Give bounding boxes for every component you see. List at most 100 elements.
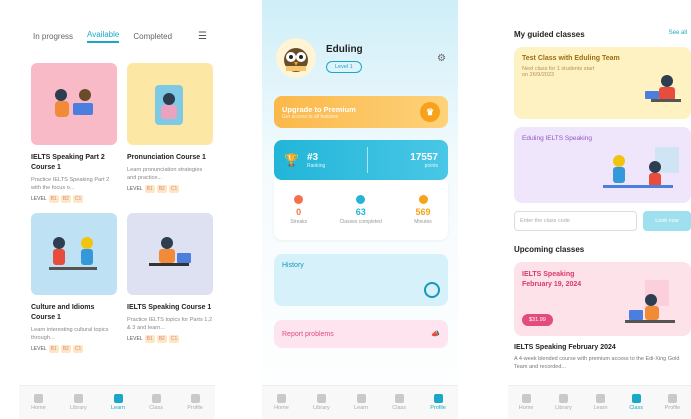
- library-icon: [558, 394, 568, 403]
- section-title: My guided classes: [514, 30, 585, 39]
- points-value: 17557: [410, 151, 438, 163]
- avatar: [276, 38, 316, 78]
- nav-learn[interactable]: Learn: [354, 394, 368, 411]
- course-description: Practice IELTS topics for Parts 1,2 & 3 …: [127, 317, 213, 331]
- classroom-illustration-icon: [603, 147, 679, 188]
- owl-icon: [284, 48, 308, 72]
- stats-row: 0 Streaks 63 Classes completed 569 Minutes: [274, 180, 448, 240]
- course-illustration-icon: [55, 89, 93, 117]
- level-row: LEVEL B1 B2 C1: [31, 345, 84, 353]
- profile-screen: Eduling Level 1 ⚙ Upgrade to Premium Get …: [262, 0, 458, 419]
- course-illustration-icon: [149, 237, 191, 266]
- class-code-input[interactable]: Enter the class code: [514, 211, 637, 231]
- price-badge: $31.99: [522, 314, 553, 326]
- report-problems-button[interactable]: Report problems 📣: [274, 320, 448, 348]
- ranking-card: 🏆 #3 Ranking 17557 points: [274, 140, 448, 180]
- tab-available[interactable]: Available: [87, 30, 120, 43]
- upcoming-class-desc: A 4-week blended course with premium acc…: [514, 356, 680, 370]
- look-now-button[interactable]: Look now: [643, 211, 691, 231]
- flame-icon: [294, 195, 304, 204]
- history-card[interactable]: History: [274, 254, 448, 306]
- profile-name: Eduling: [326, 43, 363, 55]
- learn-icon: [356, 394, 366, 403]
- course-card[interactable]: Culture and Idioms Course 1 Learn intere…: [31, 213, 117, 353]
- nav-home[interactable]: Home: [519, 394, 533, 411]
- tab-completed[interactable]: Completed: [133, 32, 172, 41]
- nav-profile[interactable]: Profile: [665, 394, 680, 411]
- ielts-class-card[interactable]: Eduling IELTS Speaking: [514, 127, 691, 203]
- bottom-nav: Home Library Learn Class Profile: [262, 385, 458, 419]
- library-icon: [316, 394, 326, 403]
- upcoming-class-card[interactable]: IELTS Speaking February 19, 2024 $31.99: [514, 262, 691, 336]
- see-all-link[interactable]: See all: [669, 30, 687, 39]
- premium-banner[interactable]: Upgrade to Premium Get access to all feat…: [274, 96, 448, 128]
- class-label: Eduling IELTS Speaking: [522, 135, 592, 142]
- stat-classes: 63 Classes completed: [340, 195, 382, 225]
- course-thumbnail: [127, 213, 213, 295]
- class-title: Test Class with Eduling Team: [522, 55, 620, 62]
- test-class-card[interactable]: Test Class with Eduling Team Next class …: [514, 47, 691, 119]
- course-thumbnail: [31, 63, 117, 145]
- nav-class[interactable]: Class: [392, 394, 406, 411]
- course-card[interactable]: IELTS Speaking Course 1 Practice IELTS t…: [127, 213, 213, 353]
- clock-icon: [418, 195, 428, 204]
- rank-value: #3: [306, 151, 319, 163]
- filter-icon[interactable]: ☰: [198, 31, 207, 42]
- class-code-row: Enter the class code Look now: [514, 211, 691, 231]
- course-card[interactable]: Pronunciation Course 1 Learn pronunciati…: [127, 63, 213, 203]
- guided-classes-header: My guided classes See all: [508, 0, 691, 39]
- stat-minutes: 569 Minutes: [414, 195, 432, 225]
- check-icon: [356, 195, 366, 204]
- bottom-nav: Home Library Learn Class Profile: [19, 385, 215, 419]
- course-description: Learn interesting cultural topics throug…: [31, 327, 109, 341]
- library-icon: [73, 394, 83, 403]
- level-row: LEVEL B1 B2 C1: [127, 185, 180, 193]
- profile-icon: [667, 394, 677, 403]
- classes-screen: My guided classes See all Test Class wit…: [508, 0, 691, 419]
- course-title: IELTS Speaking Part 2 Course 1: [31, 154, 105, 171]
- nav-library[interactable]: Library: [70, 394, 87, 411]
- learn-icon: [113, 394, 123, 403]
- level-row: LEVEL B1 B2 C1: [31, 195, 84, 203]
- history-icon: [424, 282, 440, 298]
- course-grid: IELTS Speaking Part 2 Course 1 Practice …: [19, 43, 215, 353]
- megaphone-icon: 📣: [431, 331, 440, 338]
- nav-library[interactable]: Library: [555, 394, 572, 411]
- profile-icon: [433, 394, 443, 403]
- student-illustration-icon: [645, 75, 681, 102]
- stat-streaks: 0 Streaks: [290, 195, 307, 225]
- points-label: points: [424, 162, 438, 169]
- level-row: LEVEL B1 B2 C1: [127, 335, 180, 343]
- course-card[interactable]: IELTS Speaking Part 2 Course 1 Practice …: [31, 63, 117, 203]
- bottom-nav: Home Library Learn Class Profile: [508, 385, 691, 419]
- course-illustration-icon: [155, 85, 183, 125]
- gear-icon[interactable]: ⚙: [437, 53, 446, 64]
- nav-learn[interactable]: Learn: [111, 394, 125, 411]
- course-tabs: In progress Available Completed ☰: [19, 0, 215, 43]
- nav-class[interactable]: Class: [149, 394, 163, 411]
- nav-profile[interactable]: Profile: [187, 394, 203, 411]
- course-description: Practice IELTS Speaking Part 2 with the …: [31, 177, 110, 191]
- course-title: IELTS Speaking Course 1: [127, 304, 212, 311]
- home-icon: [521, 394, 531, 403]
- profile-icon: [190, 394, 200, 403]
- teacher-illustration-icon: [625, 280, 675, 323]
- tab-in-progress[interactable]: In progress: [33, 32, 73, 41]
- nav-library[interactable]: Library: [313, 394, 330, 411]
- nav-home[interactable]: Home: [31, 394, 46, 411]
- course-illustration-icon: [49, 237, 97, 270]
- nav-learn[interactable]: Learn: [594, 394, 608, 411]
- course-thumbnail: [127, 63, 213, 145]
- nav-class[interactable]: Class: [629, 394, 643, 411]
- crown-icon: ♛: [420, 102, 440, 122]
- course-description: Learn pronunciation strategies and pract…: [127, 167, 203, 181]
- course-title: Culture and Idioms Course 1: [31, 304, 95, 321]
- nav-home[interactable]: Home: [274, 394, 289, 411]
- divider: [367, 147, 369, 173]
- trophy-icon: 🏆: [284, 153, 299, 167]
- level-button[interactable]: Level 1: [326, 60, 362, 73]
- rank-label: Ranking: [306, 162, 326, 169]
- upcoming-title: Upcoming classes: [514, 245, 585, 254]
- course-title: Pronunciation Course 1: [127, 154, 206, 161]
- nav-profile[interactable]: Profile: [430, 394, 446, 411]
